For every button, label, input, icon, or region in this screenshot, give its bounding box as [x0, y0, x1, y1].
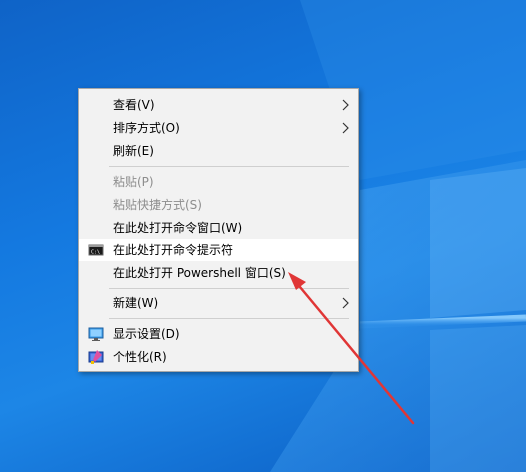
menu-separator: [109, 318, 349, 319]
menu-item-label: 粘贴快捷方式(S): [113, 198, 202, 212]
menu-separator: [109, 288, 349, 289]
desktop-context-menu: 查看(V) 排序方式(O) 刷新(E) 粘贴(P) 粘贴快捷方式(S) 在此处打…: [78, 88, 359, 372]
menu-item-label: 排序方式(O): [113, 121, 180, 135]
desktop-background[interactable]: 查看(V) 排序方式(O) 刷新(E) 粘贴(P) 粘贴快捷方式(S) 在此处打…: [0, 0, 526, 472]
menu-item-view[interactable]: 查看(V): [79, 94, 358, 116]
menu-item-open-powershell[interactable]: 在此处打开 Powershell 窗口(S): [79, 262, 358, 284]
chevron-right-icon: [342, 122, 349, 134]
chevron-right-icon: [342, 99, 349, 111]
menu-item-label: 粘贴(P): [113, 175, 154, 189]
menu-item-label: 在此处打开命令提示符: [113, 243, 234, 257]
menu-item-open-command-window[interactable]: 在此处打开命令窗口(W): [79, 217, 358, 239]
menu-item-new[interactable]: 新建(W): [79, 292, 358, 314]
menu-item-paste[interactable]: 粘贴(P): [79, 171, 358, 193]
menu-item-refresh[interactable]: 刷新(E): [79, 140, 358, 162]
menu-item-label: 在此处打开命令窗口(W): [113, 221, 243, 235]
menu-item-display-settings[interactable]: 显示设置(D): [79, 323, 358, 345]
menu-item-label: 刷新(E): [113, 144, 154, 158]
menu-separator: [109, 166, 349, 167]
menu-item-paste-shortcut[interactable]: 粘贴快捷方式(S): [79, 194, 358, 216]
svg-text:C:\: C:\: [91, 250, 100, 256]
menu-item-label: 在此处打开 Powershell 窗口(S): [113, 266, 286, 280]
menu-item-open-command-prompt[interactable]: C:\ 在此处打开命令提示符: [79, 239, 358, 261]
display-settings-icon: [88, 327, 104, 341]
menu-item-label: 个性化(R): [113, 350, 167, 364]
menu-item-sort-by[interactable]: 排序方式(O): [79, 117, 358, 139]
menu-item-label: 显示设置(D): [113, 327, 180, 341]
chevron-right-icon: [342, 297, 349, 309]
menu-item-personalize[interactable]: 个性化(R): [79, 346, 358, 368]
menu-item-label: 查看(V): [113, 98, 155, 112]
menu-item-label: 新建(W): [113, 296, 159, 310]
cmd-icon: C:\: [88, 244, 104, 256]
personalize-icon: [88, 350, 104, 364]
